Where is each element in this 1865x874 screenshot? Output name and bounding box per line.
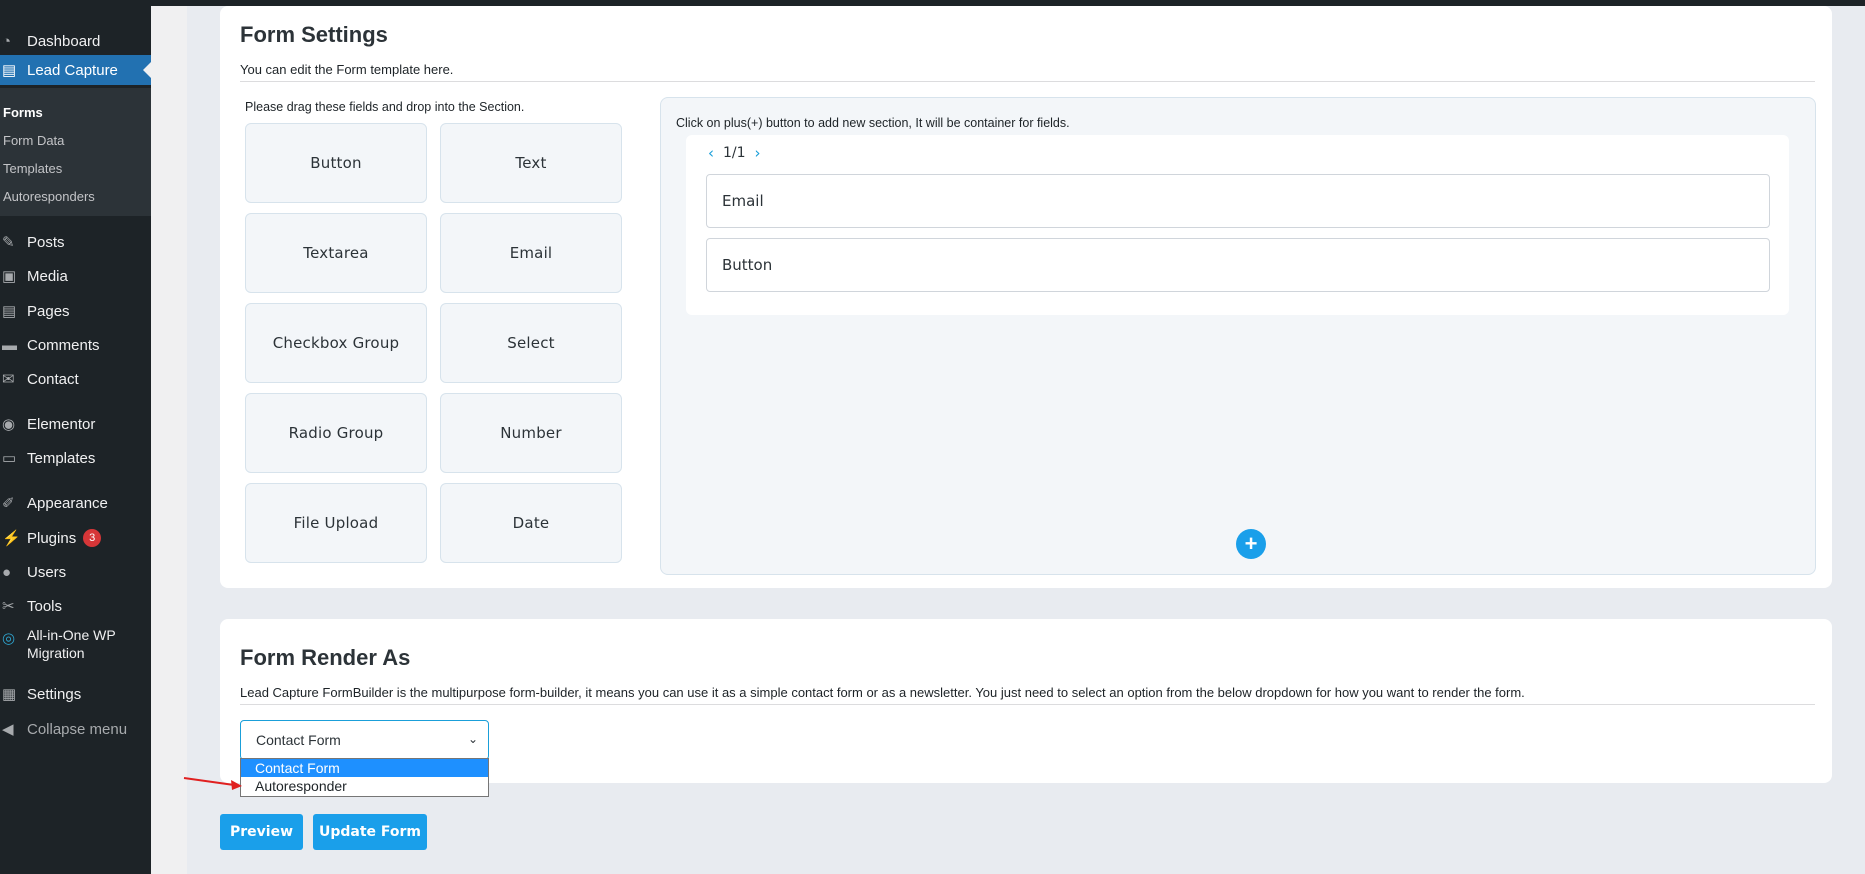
field-tile-radio-group[interactable]: Radio Group xyxy=(245,393,427,473)
field-tile-number[interactable]: Number xyxy=(440,393,622,473)
collapse-icon: ◀ xyxy=(2,721,14,738)
section-field-email[interactable]: Email xyxy=(706,174,1770,228)
drag-hint: Please drag these fields and drop into t… xyxy=(245,100,525,114)
option-autoresponder[interactable]: Autoresponder xyxy=(241,777,488,795)
media-icon: ▣ xyxy=(2,268,17,285)
field-tile-date[interactable]: Date xyxy=(440,483,622,563)
annotation-arrow xyxy=(183,777,242,790)
section-field-button[interactable]: Button xyxy=(706,238,1770,292)
form-settings-card: Form Settings You can edit the Form temp… xyxy=(220,6,1832,588)
comments-icon: ▬ xyxy=(2,336,17,354)
envelope-icon: ✉ xyxy=(2,371,15,388)
sidebar-item-elementor[interactable]: ◉ Elementor xyxy=(0,409,151,439)
main-content: Form Settings You can edit the Form temp… xyxy=(187,6,1865,874)
folder-icon: ▭ xyxy=(2,450,17,467)
lead-capture-icon: ▤ xyxy=(2,62,17,79)
update-form-button[interactable]: Update Form xyxy=(313,814,427,850)
form-section[interactable]: ‹ 1/1 › Email Button xyxy=(686,135,1789,315)
sidebar-item-lead-capture[interactable]: ▤ Lead Capture xyxy=(0,55,151,85)
preview-button[interactable]: Preview xyxy=(220,814,303,850)
migration-icon: ◎ xyxy=(2,630,16,647)
sidebar-item-dashboard[interactable]: ◔ Dashboard xyxy=(0,26,151,56)
divider xyxy=(240,704,1815,705)
active-indicator xyxy=(143,62,151,78)
sidebar-item-contact[interactable]: ✉ Contact xyxy=(0,364,151,394)
section-pager: ‹ 1/1 › xyxy=(708,144,761,162)
sidebar-item-pages[interactable]: ▤ Pages xyxy=(0,296,151,326)
render-as-select-value: Contact Form xyxy=(256,732,341,748)
render-as-select[interactable]: Contact Form ⌄ xyxy=(240,720,489,760)
form-settings-description: You can edit the Form template here. xyxy=(240,62,454,77)
form-settings-title: Form Settings xyxy=(240,22,388,47)
elementor-icon: ◉ xyxy=(2,416,16,433)
sidebar-item-settings[interactable]: ▦ Settings xyxy=(0,679,151,709)
add-section-button[interactable]: + xyxy=(1236,529,1266,559)
field-tile-button[interactable]: Button xyxy=(245,123,427,203)
brush-icon: ✐ xyxy=(2,495,15,512)
sidebar-item-all-in-one-migration[interactable]: ◎ All-in-One WP Migration xyxy=(0,626,151,666)
dashboard-icon: ◔ xyxy=(2,32,12,50)
field-tile-file-upload[interactable]: File Upload xyxy=(245,483,427,563)
sidebar-collapse-menu[interactable]: ◀ Collapse menu xyxy=(0,714,151,744)
page-indicator: 1/1 xyxy=(723,145,746,161)
submenu-item-form-data[interactable]: Form Data xyxy=(3,133,64,148)
field-tile-email[interactable]: Email xyxy=(440,213,622,293)
pin-icon: ✎ xyxy=(2,234,15,251)
submenu-item-templates[interactable]: Templates xyxy=(3,161,62,176)
sidebar-item-plugins[interactable]: ⚡ Plugins 3 xyxy=(0,523,151,553)
prev-page-icon[interactable]: ‹ xyxy=(708,144,714,162)
form-section-dropzone[interactable]: Click on plus(+) button to add new secti… xyxy=(660,97,1816,575)
sidebar-item-templates[interactable]: ▭ Templates xyxy=(0,443,151,473)
field-tile-checkbox-group[interactable]: Checkbox Group xyxy=(245,303,427,383)
settings-icon: ▦ xyxy=(2,686,17,703)
next-page-icon[interactable]: › xyxy=(755,144,761,162)
sidebar-item-media[interactable]: ▣ Media xyxy=(0,261,151,291)
sidebar-item-appearance[interactable]: ✐ Appearance xyxy=(0,488,151,518)
divider xyxy=(240,81,1815,82)
field-tile-textarea[interactable]: Textarea xyxy=(245,213,427,293)
option-contact-form[interactable]: Contact Form xyxy=(241,759,488,777)
submenu-item-forms[interactable]: Forms xyxy=(3,105,43,120)
user-icon: ● xyxy=(2,563,12,581)
chevron-down-icon: ⌄ xyxy=(467,732,478,746)
sidebar-item-tools[interactable]: ✂ Tools xyxy=(0,591,151,621)
sidebar-item-comments[interactable]: ▬ Comments xyxy=(0,330,151,360)
submenu-item-autoresponders[interactable]: Autoresponders xyxy=(3,189,95,204)
field-tile-text[interactable]: Text xyxy=(440,123,622,203)
render-as-description: Lead Capture FormBuilder is the multipur… xyxy=(240,685,1525,700)
form-render-as-card: Form Render As Lead Capture FormBuilder … xyxy=(220,619,1832,797)
lead-capture-submenu: Forms Form Data Templates Autoresponders xyxy=(0,88,151,216)
sidebar-item-posts[interactable]: ✎ Posts xyxy=(0,227,151,257)
render-as-dropdown: Contact Form Autoresponder xyxy=(240,758,489,797)
plugins-update-badge: 3 xyxy=(83,529,102,547)
section-hint: Click on plus(+) button to add new secti… xyxy=(676,116,1070,130)
admin-sidebar: ◔ Dashboard ▤ Lead Capture Forms Form Da… xyxy=(0,6,151,874)
field-tile-select[interactable]: Select xyxy=(440,303,622,383)
sidebar-item-users[interactable]: ● Users xyxy=(0,557,151,587)
wrench-icon: ✂ xyxy=(2,598,15,615)
pages-icon: ▤ xyxy=(2,303,17,320)
plug-icon: ⚡ xyxy=(2,530,21,547)
render-as-title: Form Render As xyxy=(240,645,411,670)
